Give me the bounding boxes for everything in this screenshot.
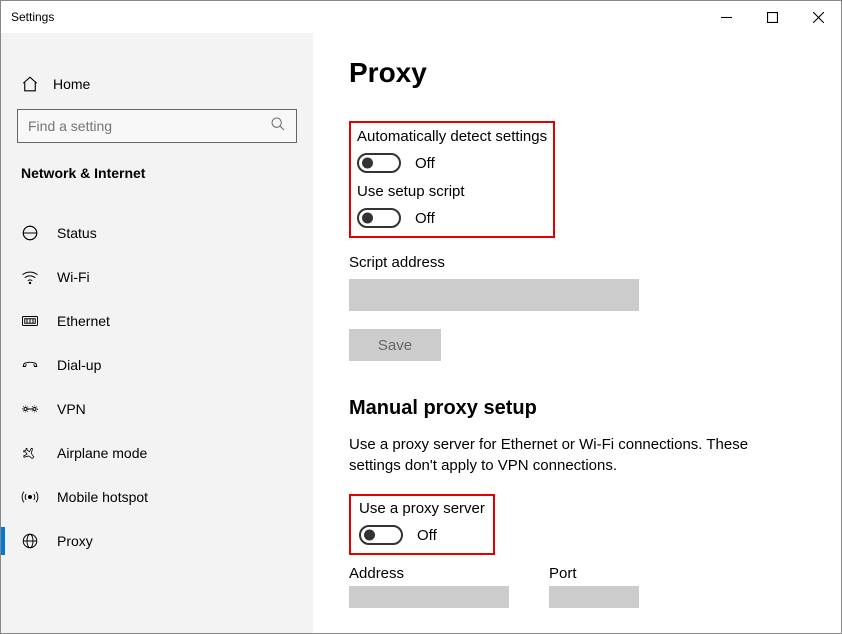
proxy-icon bbox=[21, 532, 39, 550]
titlebar: Settings bbox=[1, 1, 841, 33]
port-label: Port bbox=[549, 565, 639, 582]
port-input bbox=[549, 586, 639, 608]
search-box[interactable] bbox=[17, 109, 297, 143]
sidebar-item-label: VPN bbox=[57, 401, 86, 417]
maximize-button[interactable] bbox=[749, 2, 795, 32]
auto-detect-toggle-row: Off bbox=[357, 153, 547, 173]
sidebar-item-hotspot[interactable]: Mobile hotspot bbox=[17, 475, 297, 519]
setup-script-label: Use setup script bbox=[357, 183, 547, 200]
sidebar-item-label: Airplane mode bbox=[57, 445, 147, 461]
home-icon bbox=[21, 75, 39, 93]
sidebar-item-label: Dial-up bbox=[57, 357, 101, 373]
setup-script-toggle-row: Off bbox=[357, 208, 547, 228]
page-title: Proxy bbox=[349, 57, 805, 89]
hotspot-icon bbox=[21, 488, 39, 506]
sidebar-nav: Status Wi-Fi Ethernet Dial-up VPN bbox=[17, 211, 297, 563]
use-proxy-state: Off bbox=[417, 527, 437, 544]
window-title-text: Settings bbox=[11, 10, 54, 24]
close-button[interactable] bbox=[795, 2, 841, 32]
script-address-label: Script address bbox=[349, 254, 805, 271]
use-proxy-toggle[interactable] bbox=[359, 525, 403, 545]
window-title: Settings bbox=[11, 10, 54, 24]
sidebar-item-label: Status bbox=[57, 225, 97, 241]
status-icon bbox=[21, 224, 39, 242]
address-input bbox=[349, 586, 509, 608]
ethernet-icon bbox=[21, 312, 39, 330]
wifi-icon bbox=[21, 268, 39, 286]
use-proxy-label: Use a proxy server bbox=[359, 500, 485, 517]
setup-script-state: Off bbox=[415, 210, 435, 227]
window-controls bbox=[703, 2, 841, 32]
airplane-icon bbox=[21, 444, 39, 462]
sidebar-item-label: Mobile hotspot bbox=[57, 489, 148, 505]
address-label: Address bbox=[349, 565, 509, 582]
close-icon bbox=[813, 12, 824, 23]
auto-detect-state: Off bbox=[415, 155, 435, 172]
sidebar-home-label: Home bbox=[53, 76, 90, 92]
sidebar: Home Network & Internet Status Wi-Fi bbox=[1, 33, 313, 633]
auto-detect-toggle[interactable] bbox=[357, 153, 401, 173]
minimize-icon bbox=[721, 12, 732, 23]
sidebar-item-label: Wi-Fi bbox=[57, 269, 90, 285]
maximize-icon bbox=[767, 12, 778, 23]
sidebar-item-label: Proxy bbox=[57, 533, 93, 549]
manual-section-title: Manual proxy setup bbox=[349, 397, 805, 420]
sidebar-item-ethernet[interactable]: Ethernet bbox=[17, 299, 297, 343]
sidebar-item-label: Ethernet bbox=[57, 313, 110, 329]
content: Proxy Automatically detect settings Off … bbox=[313, 33, 841, 633]
auto-proxy-highlight: Automatically detect settings Off Use se… bbox=[349, 121, 555, 238]
search-icon bbox=[270, 116, 286, 137]
sidebar-item-vpn[interactable]: VPN bbox=[17, 387, 297, 431]
sidebar-item-airplane[interactable]: Airplane mode bbox=[17, 431, 297, 475]
search-input[interactable] bbox=[28, 118, 270, 134]
auto-detect-label: Automatically detect settings bbox=[357, 128, 547, 145]
sidebar-item-status[interactable]: Status bbox=[17, 211, 297, 255]
manual-section-desc: Use a proxy server for Ethernet or Wi-Fi… bbox=[349, 434, 789, 476]
sidebar-item-proxy[interactable]: Proxy bbox=[17, 519, 297, 563]
script-address-input bbox=[349, 279, 639, 311]
sidebar-item-wifi[interactable]: Wi-Fi bbox=[17, 255, 297, 299]
setup-script-toggle[interactable] bbox=[357, 208, 401, 228]
app-body: Home Network & Internet Status Wi-Fi bbox=[1, 33, 841, 633]
dialup-icon bbox=[21, 356, 39, 374]
address-port-row: Address Port bbox=[349, 565, 805, 608]
vpn-icon bbox=[21, 400, 39, 418]
sidebar-item-dialup[interactable]: Dial-up bbox=[17, 343, 297, 387]
use-proxy-toggle-row: Off bbox=[359, 525, 485, 545]
minimize-button[interactable] bbox=[703, 2, 749, 32]
sidebar-category: Network & Internet bbox=[17, 165, 297, 181]
sidebar-home[interactable]: Home bbox=[17, 65, 297, 103]
use-proxy-highlight: Use a proxy server Off bbox=[349, 494, 495, 555]
save-button: Save bbox=[349, 329, 441, 361]
